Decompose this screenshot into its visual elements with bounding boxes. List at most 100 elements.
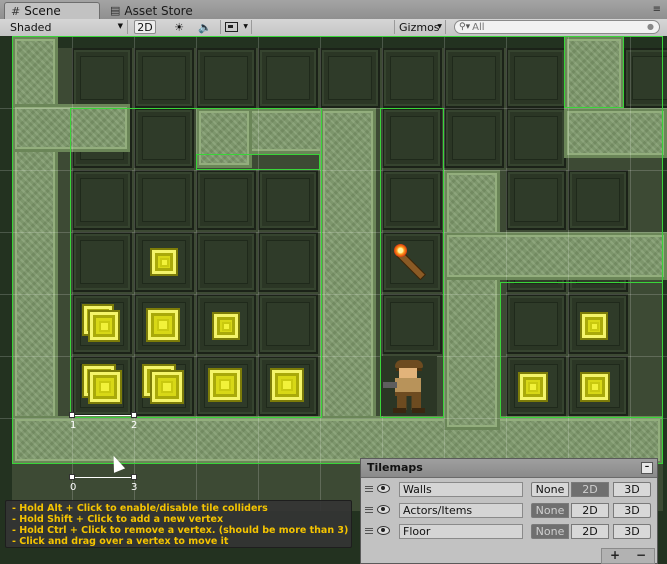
- floor-tile: [568, 170, 628, 230]
- gizmos-dropdown[interactable]: Gizmos ▼: [394, 20, 446, 34]
- coin-item[interactable]: [520, 374, 546, 400]
- floor-tile: [506, 294, 566, 354]
- wall-segment: [320, 108, 376, 428]
- drag-handle-icon[interactable]: [365, 528, 373, 534]
- collider-none-option[interactable]: None: [531, 503, 569, 518]
- help-line: - Hold Alt + Click to enable/disable til…: [12, 503, 268, 514]
- vertex-handle[interactable]: [131, 412, 137, 418]
- collider-2d-option[interactable]: 2D: [571, 503, 609, 518]
- floor-tile: [320, 48, 380, 108]
- vertex-help-box: - Hold Alt + Click to enable/disable til…: [5, 500, 352, 548]
- tilemaps-panel-header: Tilemaps –: [361, 459, 657, 478]
- floor-tile: [196, 48, 256, 108]
- tilemap-layer-row: Floor None 2D 3D: [363, 523, 655, 541]
- collider-3d-option[interactable]: 3D: [613, 482, 651, 497]
- player-weapon: [383, 382, 397, 388]
- search-icon: ⚲▾: [459, 22, 471, 32]
- floor-tile: [382, 108, 442, 168]
- tab-menu-icon[interactable]: ≡: [653, 4, 661, 15]
- coin-item[interactable]: [148, 310, 178, 340]
- floor-tile: [196, 232, 256, 292]
- floor-tile: [258, 232, 318, 292]
- scene-toolbar: Shaded ▼ 2D ☀ 🔈 ▼ Gizmos ▼ ⚲▾ ●: [0, 19, 667, 37]
- floor-tile: [134, 170, 194, 230]
- tab-asset-store[interactable]: ▤ Asset Store: [104, 2, 204, 19]
- floor-tile: [72, 232, 132, 292]
- floor-tile: [196, 170, 256, 230]
- tilemaps-panel-title: Tilemaps: [367, 461, 423, 474]
- search-cancel-icon[interactable]: ●: [647, 22, 654, 31]
- help-line: - Hold Shift + Click to add a new vertex: [12, 514, 224, 525]
- vertex-label: 2: [131, 420, 138, 431]
- coin-item[interactable]: [152, 250, 176, 274]
- vertex-handle[interactable]: [131, 474, 137, 480]
- visibility-eye-icon[interactable]: [377, 526, 390, 535]
- floor-tile: [444, 48, 504, 108]
- hierarchy-search: ⚲▾ ●: [454, 20, 660, 34]
- floor-tile: [382, 48, 442, 108]
- floor-tile: [506, 170, 566, 230]
- coin-item[interactable]: [210, 370, 240, 400]
- vertex-edge: [72, 415, 134, 416]
- collider-none-option[interactable]: None: [531, 482, 569, 497]
- grid-line: [0, 170, 667, 171]
- drag-handle-icon[interactable]: [365, 507, 373, 513]
- tab-bar: # Scene ▤ Asset Store ≡: [0, 0, 667, 20]
- tilemaps-panel: Tilemaps – Walls None 2D 3D Actors/Items…: [360, 458, 658, 564]
- remove-layer-button[interactable]: −: [628, 549, 654, 563]
- floor-tile: [134, 48, 194, 108]
- grid-line: [0, 294, 667, 295]
- layer-name-field[interactable]: Actors/Items: [399, 503, 523, 518]
- player-hat: [395, 360, 423, 368]
- lighting-toggle-icon[interactable]: ☀: [168, 20, 190, 34]
- search-input[interactable]: [472, 21, 633, 33]
- collider-3d-option[interactable]: 3D: [613, 503, 651, 518]
- vertex-handle[interactable]: [69, 474, 75, 480]
- minimize-icon[interactable]: –: [641, 462, 653, 474]
- torch-item[interactable]: [392, 242, 432, 282]
- grid-line: [0, 108, 667, 109]
- wall-segment: [12, 104, 130, 152]
- tab-asset-store-label: Asset Store: [124, 3, 193, 18]
- collider-none-option[interactable]: None: [531, 524, 569, 539]
- coin-item[interactable]: [90, 372, 120, 402]
- floor-tile: [134, 108, 194, 168]
- chevron-down-icon: ▼: [437, 23, 442, 30]
- coin-item[interactable]: [272, 370, 302, 400]
- floor-tile: [72, 170, 132, 230]
- floor-tile: [72, 48, 132, 108]
- tab-scene[interactable]: # Scene: [4, 2, 100, 19]
- vertex-label: 3: [131, 482, 138, 493]
- layer-name-field[interactable]: Floor: [399, 524, 523, 539]
- vertex-edge: [72, 477, 134, 478]
- floor-tile: [258, 48, 318, 108]
- shading-mode-dropdown[interactable]: Shaded ▼: [4, 20, 128, 34]
- toggle-2d-button[interactable]: 2D: [134, 20, 156, 34]
- layer-name-field[interactable]: Walls: [399, 482, 523, 497]
- coin-item[interactable]: [214, 314, 238, 338]
- floor-tile: [382, 170, 442, 230]
- floor-tile: [382, 294, 442, 354]
- collider-2d-option[interactable]: 2D: [571, 482, 609, 497]
- floor-tile: [258, 170, 318, 230]
- floor-tile: [506, 108, 566, 168]
- grid-icon: #: [11, 4, 21, 18]
- audio-toggle-icon[interactable]: 🔈: [194, 20, 216, 34]
- coin-item[interactable]: [152, 372, 182, 402]
- coin-item[interactable]: [582, 374, 608, 400]
- drag-handle-icon[interactable]: [365, 486, 373, 492]
- coin-item[interactable]: [90, 312, 118, 340]
- player-character[interactable]: [381, 356, 437, 416]
- floor-tile: [258, 294, 318, 354]
- visibility-eye-icon[interactable]: [377, 505, 390, 514]
- add-layer-button[interactable]: +: [602, 549, 628, 563]
- collider-2d-option[interactable]: 2D: [571, 524, 609, 539]
- player-boots: [393, 408, 425, 413]
- collider-3d-option[interactable]: 3D: [613, 524, 651, 539]
- coin-item[interactable]: [582, 314, 606, 338]
- scene-viewport[interactable]: 1 2 0 3 - Hold Alt + Click to enable/dis…: [0, 36, 667, 564]
- effects-dropdown[interactable]: ▼: [220, 20, 252, 34]
- vertex-handle[interactable]: [69, 412, 75, 418]
- visibility-eye-icon[interactable]: [377, 484, 390, 493]
- tilemap-layer-row: Walls None 2D 3D: [363, 481, 655, 499]
